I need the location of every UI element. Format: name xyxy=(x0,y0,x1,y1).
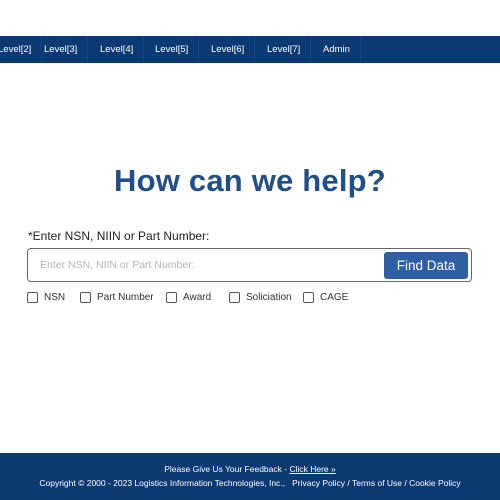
cage-checkbox[interactable] xyxy=(303,291,314,303)
search-input[interactable] xyxy=(29,250,379,280)
feedback-text: Please Give Us Your Feedback - xyxy=(164,464,290,474)
solicitation-checkbox[interactable] xyxy=(229,291,240,303)
filter-part-number[interactable]: Part Number xyxy=(80,290,154,304)
cookie-policy-link[interactable]: Cookie Policy xyxy=(409,478,461,488)
find-data-button[interactable]: Find Data xyxy=(384,252,468,279)
privacy-policy-link[interactable]: Privacy Policy xyxy=(292,478,345,488)
search-label: *Enter NSN, NIIN or Part Number: xyxy=(28,229,210,243)
search-box: Find Data xyxy=(27,248,472,282)
nav-item-level5[interactable]: Level[5] xyxy=(145,36,200,63)
nsn-checkbox[interactable] xyxy=(27,291,38,303)
nav-item-level7[interactable]: Level[7] xyxy=(257,36,312,63)
filter-award[interactable]: Award xyxy=(166,290,211,304)
award-label: Award xyxy=(183,291,212,303)
footer: Please Give Us Your Feedback - Click Her… xyxy=(0,453,500,500)
page-headline: How can we help? xyxy=(114,163,386,198)
filter-solicitation[interactable]: Soliciation xyxy=(229,290,292,304)
copyright-line: Copyright © 2000 - 2023 Logistics Inform… xyxy=(0,478,500,488)
filter-nsn[interactable]: NSN xyxy=(27,290,65,304)
feedback-link[interactable]: Click Here » xyxy=(289,464,335,474)
nav-item-admin[interactable]: Admin xyxy=(313,36,361,63)
part-number-checkbox[interactable] xyxy=(80,291,91,303)
nav-item-level4[interactable]: Level[4] xyxy=(90,36,145,63)
filter-cage[interactable]: CAGE xyxy=(303,290,348,304)
feedback-line: Please Give Us Your Feedback - Click Her… xyxy=(0,464,500,474)
copyright-text: Copyright © 2000 - 2023 Logistics Inform… xyxy=(39,478,286,488)
nav-item-level6[interactable]: Level[6] xyxy=(201,36,256,63)
nav-item-level3[interactable]: Level[3] xyxy=(34,36,89,63)
cage-label: CAGE xyxy=(320,291,349,303)
nsn-label: NSN xyxy=(44,291,66,303)
separator: / xyxy=(345,478,352,488)
solicitation-label: Soliciation xyxy=(246,291,292,303)
award-checkbox[interactable] xyxy=(166,291,177,303)
top-nav-bar: Level[2] Level[3] Level[4] Level[5] Leve… xyxy=(0,36,500,63)
terms-of-use-link[interactable]: Terms of Use xyxy=(352,478,402,488)
part-number-label: Part Number xyxy=(97,291,154,303)
